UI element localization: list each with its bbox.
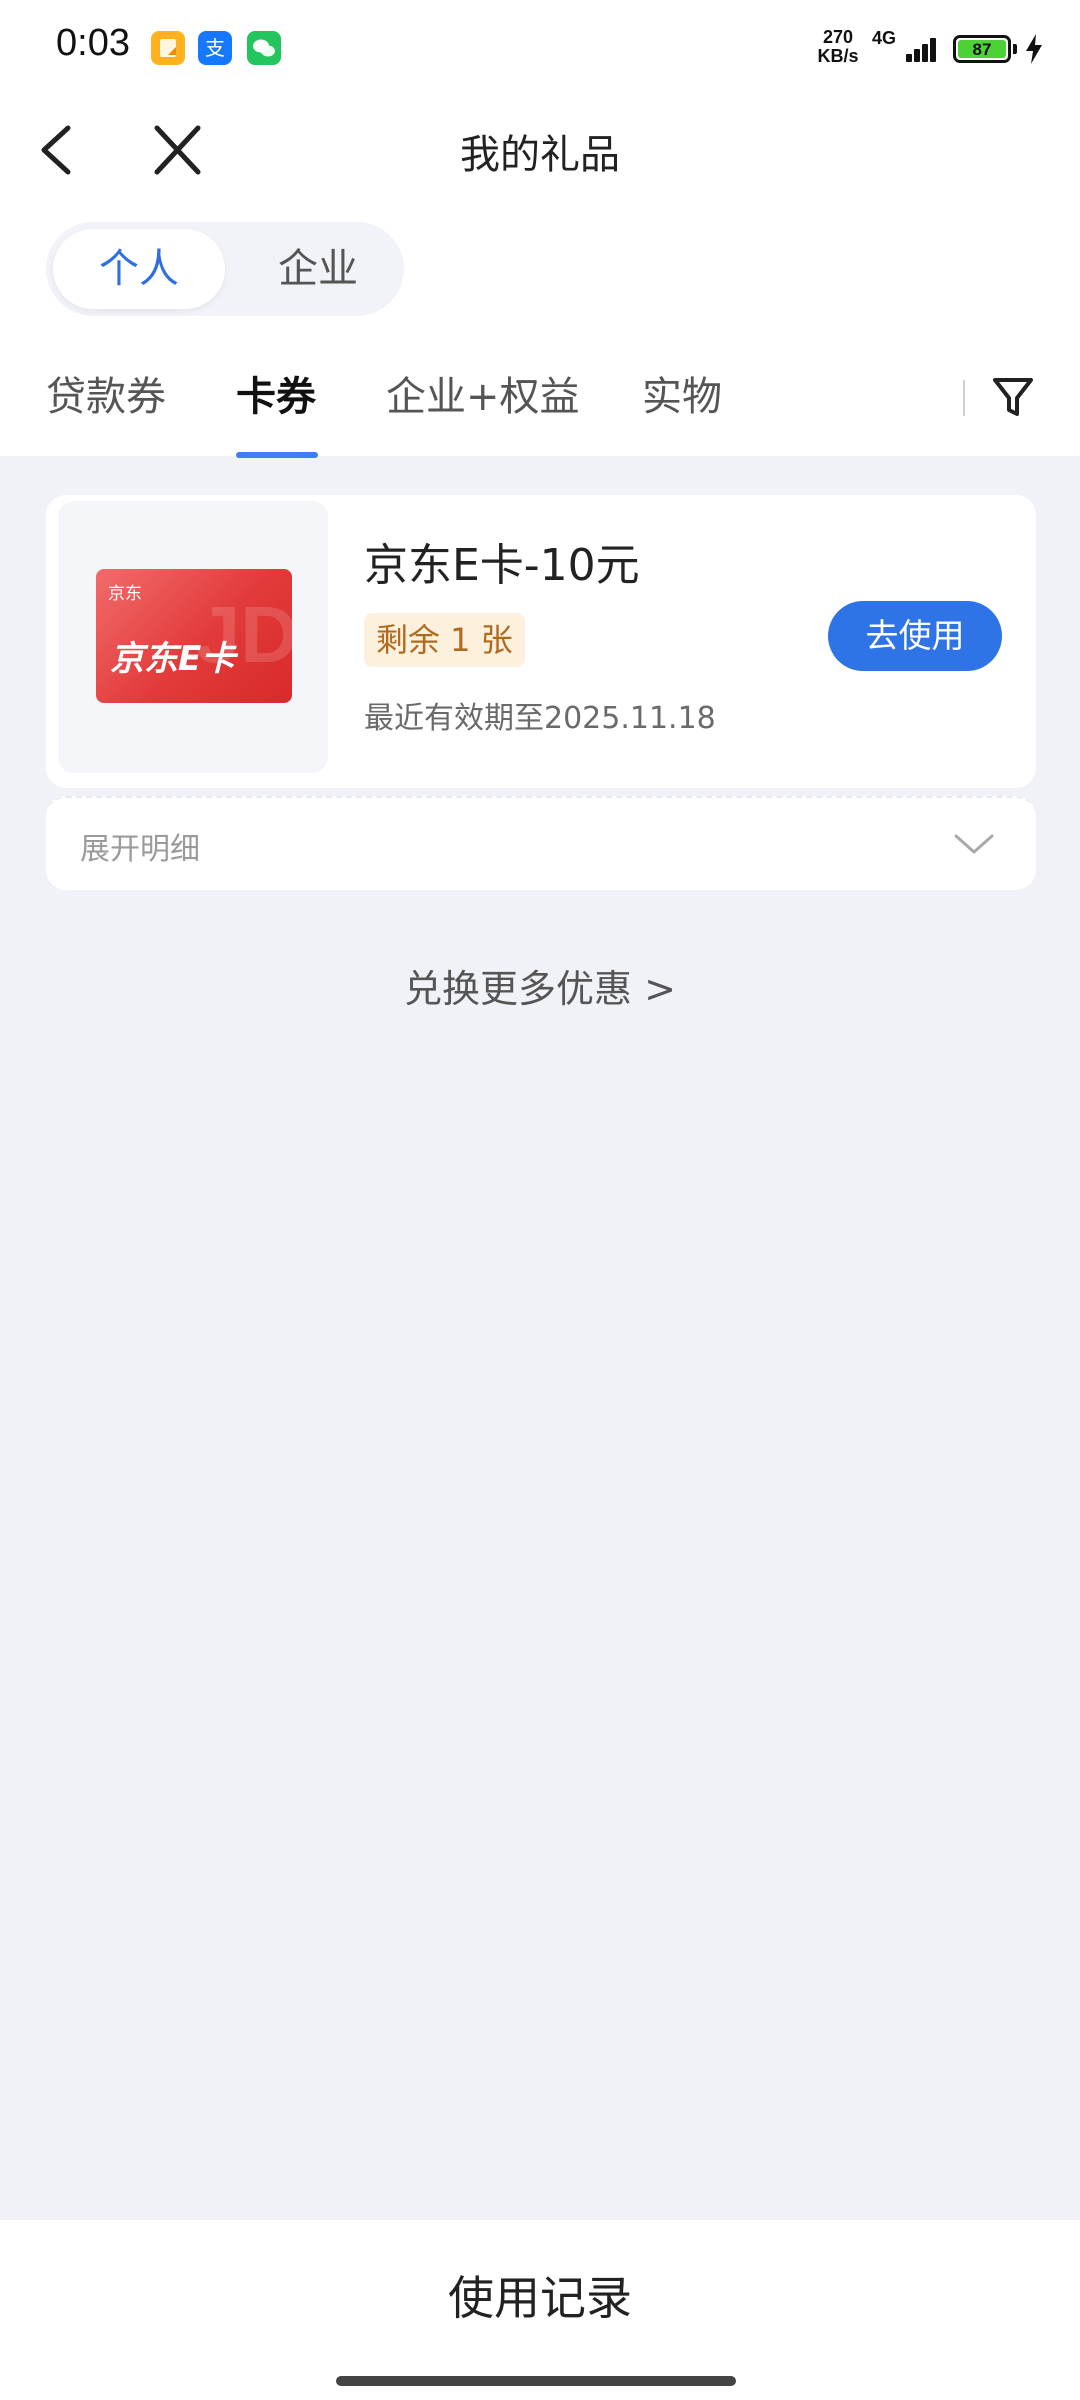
gift-card: JD 京东 京东E卡 京东E卡-10元 剩余 1 张 最近有效期至2025.11… xyxy=(46,495,1036,788)
battery-icon: 87 xyxy=(953,35,1011,63)
gift-card-image: JD 京东 京东E卡 xyxy=(58,501,328,773)
expiry-date: 最近有效期至2025.11.18 xyxy=(364,701,716,736)
tab-loan-coupons[interactable]: 贷款券 xyxy=(46,364,166,422)
usage-history-button[interactable]: 使用记录 xyxy=(0,2262,1080,2328)
remaining-badge: 剩余 1 张 xyxy=(364,613,525,667)
jd-card-name: 京东E卡 xyxy=(110,639,236,679)
gift-title: 京东E卡-10元 xyxy=(364,540,640,591)
category-tabs: 贷款券 卡券 企业+权益 实物 xyxy=(0,340,1080,458)
expand-details-label: 展开明细 xyxy=(80,832,200,867)
segment-enterprise[interactable]: 企业 xyxy=(232,229,404,309)
page-title: 我的礼品 xyxy=(460,132,620,178)
chevron-down-icon xyxy=(954,834,994,854)
alipay-icon: 支 xyxy=(198,31,232,65)
tab-card-coupons[interactable]: 卡券 xyxy=(236,364,316,422)
account-type-switch: 个人 企业 xyxy=(46,222,404,316)
top-section: 0:03 支 270 KB/s 4G 87 我的礼品 个人 企业 贷款券 卡券 … xyxy=(0,0,1080,458)
jd-logo-text: 京东 xyxy=(108,584,142,604)
tab-enterprise-benefits[interactable]: 企业+权益 xyxy=(386,364,580,422)
battery-level: 87 xyxy=(958,40,1006,59)
status-bar: 0:03 支 270 KB/s 4G 87 xyxy=(0,0,1080,100)
status-indicators: 270 KB/s 4G 87 xyxy=(810,28,1050,72)
home-indicator[interactable] xyxy=(336,2376,736,2386)
charging-icon xyxy=(1026,34,1042,64)
jd-ecard-image: JD 京东 京东E卡 xyxy=(96,569,292,703)
bottom-bar: 使用记录 xyxy=(0,2220,1080,2400)
tab-divider xyxy=(963,380,965,416)
redeem-more-link[interactable]: 兑换更多优惠 > xyxy=(0,958,1080,1013)
active-tab-indicator xyxy=(236,452,318,458)
use-button[interactable]: 去使用 xyxy=(828,601,1002,671)
wechat-icon xyxy=(247,31,281,65)
network-speed: 270 KB/s xyxy=(817,27,859,66)
signal-icon xyxy=(902,34,942,62)
header: 我的礼品 xyxy=(0,100,1080,200)
segment-personal[interactable]: 个人 xyxy=(53,229,225,309)
expand-details[interactable]: 展开明细 xyxy=(46,796,1036,890)
status-time: 0:03 xyxy=(56,22,130,64)
tab-physical[interactable]: 实物 xyxy=(642,364,722,422)
notes-app-icon xyxy=(151,31,185,65)
filter-icon[interactable] xyxy=(990,372,1036,420)
network-type: 4G xyxy=(872,28,897,48)
